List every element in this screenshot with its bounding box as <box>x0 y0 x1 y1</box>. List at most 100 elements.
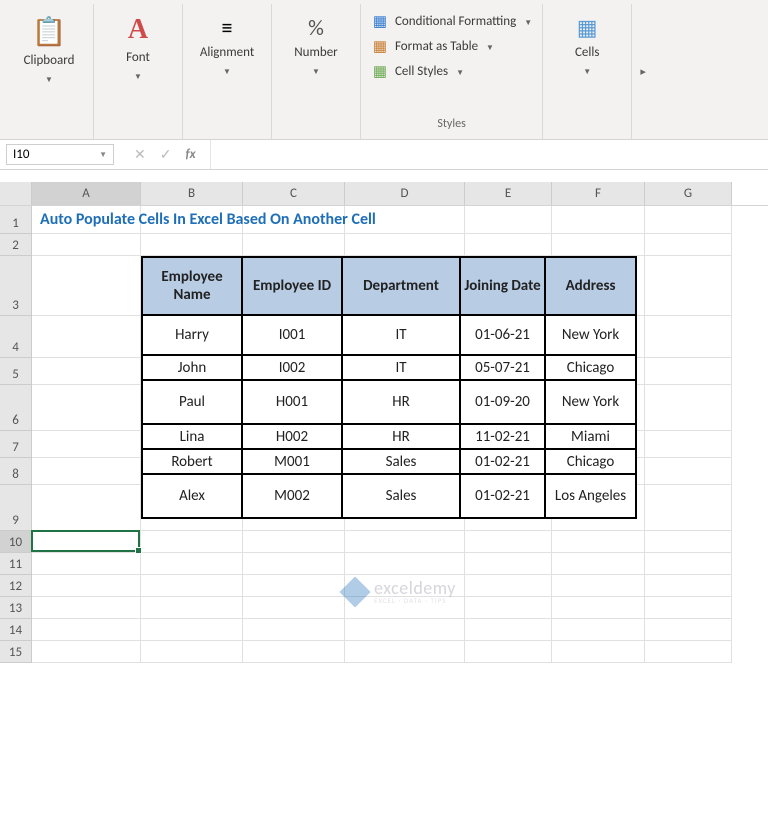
row-header[interactable]: 13 <box>0 597 32 619</box>
cell-styles-button[interactable]: ▦ Cell Styles ▼ <box>371 62 532 81</box>
table-cell[interactable]: M001 <box>242 449 342 474</box>
format-table-label: Format as Table <box>395 39 478 54</box>
table-header-cell: Employee ID <box>242 257 342 315</box>
font-button[interactable]: A Font ▼ <box>104 8 172 82</box>
number-button[interactable]: % Number ▼ <box>282 8 350 77</box>
table-cell[interactable]: 01-09-20 <box>460 380 545 424</box>
row-header[interactable]: 5 <box>0 358 32 385</box>
cancel-icon[interactable]: ✕ <box>134 146 146 163</box>
table-cell[interactable]: HR <box>342 424 460 449</box>
column-header[interactable]: A <box>32 182 141 205</box>
row-header[interactable]: 10 <box>0 531 32 553</box>
ribbon-expand-button[interactable]: ▸ <box>632 4 654 139</box>
styles-group-label: Styles <box>437 113 465 137</box>
row-header[interactable]: 1 <box>0 206 32 234</box>
row-header[interactable]: 7 <box>0 431 32 458</box>
clipboard-icon: 📋 <box>32 14 67 49</box>
row-header[interactable]: 12 <box>0 575 32 597</box>
table-cell[interactable]: John <box>142 355 242 380</box>
watermark-tagline: EXCEL · DATA · TIPS <box>374 597 456 604</box>
table-row: PaulH001HR01-09-20New York <box>142 380 636 424</box>
table-cell[interactable]: HR <box>342 380 460 424</box>
row-header[interactable]: 14 <box>0 619 32 641</box>
select-all-corner[interactable] <box>0 182 32 205</box>
row-header[interactable]: 6 <box>0 385 32 431</box>
row-header[interactable]: 3 <box>0 256 32 316</box>
column-header[interactable]: E <box>465 182 552 205</box>
cells-icon: ▦ <box>577 14 598 41</box>
table-cell[interactable]: Robert <box>142 449 242 474</box>
column-header[interactable]: G <box>645 182 732 205</box>
table-cell[interactable]: New York <box>545 380 636 424</box>
formula-input[interactable] <box>210 140 768 169</box>
table-row: RobertM001Sales01-02-21Chicago <box>142 449 636 474</box>
table-row: HarryI001IT01-06-21New York <box>142 315 636 355</box>
chevron-down-icon: ▼ <box>486 43 494 53</box>
row-header[interactable]: 11 <box>0 553 32 575</box>
table-cell[interactable]: IT <box>342 355 460 380</box>
percent-icon: % <box>308 14 324 41</box>
row-header[interactable]: 2 <box>0 234 32 256</box>
name-box-value: I10 <box>13 147 29 162</box>
table-cell[interactable]: Chicago <box>545 449 636 474</box>
alignment-button[interactable]: ≡ Alignment ▼ <box>193 8 261 77</box>
fx-icon[interactable]: fx <box>185 147 195 162</box>
column-header[interactable]: D <box>345 182 465 205</box>
table-cell[interactable]: Sales <box>342 474 460 518</box>
cell-grid[interactable]: Auto Populate Cells In Excel Based On An… <box>32 206 768 663</box>
table-cell[interactable]: Paul <box>142 380 242 424</box>
cells-button[interactable]: ▦ Cells ▼ <box>553 8 621 77</box>
ribbon-group-clipboard: 📋 Clipboard ▼ <box>5 4 94 139</box>
table-cell[interactable]: 01-06-21 <box>460 315 545 355</box>
table-row: JohnI002IT05-07-21Chicago <box>142 355 636 380</box>
table-cell[interactable]: Alex <box>142 474 242 518</box>
ribbon-group-styles: ▦ Conditional Formatting ▼ ▦ Format as T… <box>361 4 543 139</box>
table-cell[interactable]: Los Angeles <box>545 474 636 518</box>
table-cell[interactable]: Chicago <box>545 355 636 380</box>
table-cell[interactable]: Miami <box>545 424 636 449</box>
table-cell[interactable]: IT <box>342 315 460 355</box>
table-cell[interactable]: I001 <box>242 315 342 355</box>
column-header[interactable]: C <box>243 182 345 205</box>
format-as-table-button[interactable]: ▦ Format as Table ▼ <box>371 37 532 56</box>
chevron-down-icon: ▼ <box>223 67 231 77</box>
row-header[interactable]: 8 <box>0 458 32 485</box>
column-headers: ABCDEFG <box>0 182 768 206</box>
column-header[interactable]: B <box>141 182 243 205</box>
table-header-row: Employee NameEmployee IDDepartmentJoinin… <box>142 257 636 315</box>
table-cell[interactable]: H001 <box>242 380 342 424</box>
watermark: exceldemy EXCEL · DATA · TIPS <box>344 579 456 604</box>
chevron-down-icon: ▼ <box>99 150 107 160</box>
cell-styles-label: Cell Styles <box>395 64 448 79</box>
table-cell[interactable]: 01-02-21 <box>460 449 545 474</box>
table-cell[interactable]: H002 <box>242 424 342 449</box>
conditional-formatting-button[interactable]: ▦ Conditional Formatting ▼ <box>371 12 532 31</box>
formula-buttons: ✕ ✓ fx <box>120 146 210 163</box>
table-cell[interactable]: M002 <box>242 474 342 518</box>
ribbon: 📋 Clipboard ▼ A Font ▼ ≡ Alignment ▼ <box>0 0 768 140</box>
watermark-icon <box>339 576 370 607</box>
row-header[interactable]: 9 <box>0 485 32 531</box>
ribbon-group-number: % Number ▼ <box>272 4 361 139</box>
chevron-down-icon: ▼ <box>583 67 591 77</box>
row-header[interactable]: 4 <box>0 316 32 358</box>
table-cell[interactable]: Lina <box>142 424 242 449</box>
alignment-icon: ≡ <box>222 14 233 41</box>
chevron-down-icon: ▼ <box>312 67 320 77</box>
table-cell[interactable]: I002 <box>242 355 342 380</box>
table-cell[interactable]: 05-07-21 <box>460 355 545 380</box>
column-header[interactable]: F <box>552 182 645 205</box>
number-label: Number <box>294 45 337 61</box>
watermark-brand: exceldemy <box>374 579 456 597</box>
table-row: LinaH002HR11-02-21Miami <box>142 424 636 449</box>
table-cell[interactable]: New York <box>545 315 636 355</box>
paste-button[interactable]: 📋 Clipboard ▼ <box>15 8 83 85</box>
table-cell[interactable]: 11-02-21 <box>460 424 545 449</box>
enter-icon[interactable]: ✓ <box>160 146 172 163</box>
table-cell[interactable]: Sales <box>342 449 460 474</box>
table-cell[interactable]: Harry <box>142 315 242 355</box>
table-cell[interactable]: 01-02-21 <box>460 474 545 518</box>
name-box[interactable]: I10 ▼ <box>6 144 114 165</box>
row-header[interactable]: 15 <box>0 641 32 663</box>
format-table-icon: ▦ <box>371 37 389 56</box>
